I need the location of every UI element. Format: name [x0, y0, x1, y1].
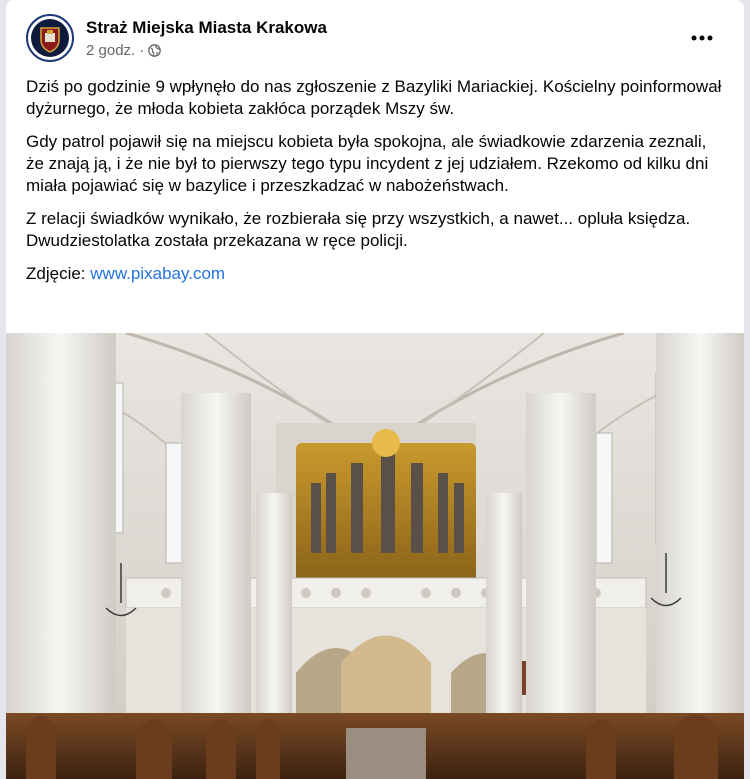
post-paragraph: Z relacji świadków wynikało, że rozbiera…: [26, 209, 691, 250]
meta-separator: ·: [139, 42, 145, 59]
page-name[interactable]: Straż Miejska Miasta Krakowa: [86, 18, 327, 38]
more-options-button[interactable]: [686, 22, 718, 54]
post-header: Straż Miejska Miasta Krakowa 2 godz. ·: [26, 14, 726, 66]
post-paragraph: Dziś po godzinie 9 wpłynęło do nas zgłos…: [26, 77, 722, 118]
post-photo[interactable]: [6, 333, 744, 779]
church-interior-image: [6, 333, 744, 779]
post-text: Dziś po godzinie 9 wpłynęło do nas zgłos…: [26, 76, 726, 296]
more-options-icon: [691, 35, 713, 41]
photo-credit: Zdjęcie: www.pixabay.com: [26, 263, 726, 285]
globe-icon[interactable]: [148, 44, 162, 57]
post-meta: 2 godz. ·: [86, 42, 162, 59]
city-guard-badge-icon: [31, 19, 69, 57]
page-avatar[interactable]: [26, 14, 74, 62]
photo-credit-link[interactable]: www.pixabay.com: [90, 264, 225, 283]
post-timestamp[interactable]: 2 godz.: [86, 42, 135, 59]
post-paragraph: Gdy patrol pojawił się na miejscu kobiet…: [26, 132, 709, 195]
post-card: Straż Miejska Miasta Krakowa 2 godz. · D…: [6, 0, 744, 779]
photo-credit-label: Zdjęcie:: [26, 264, 86, 283]
